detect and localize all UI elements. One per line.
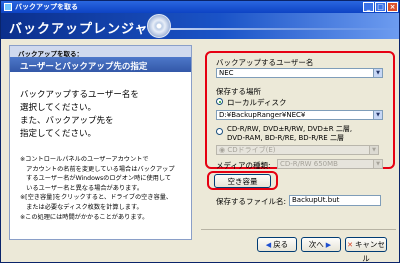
cancel-icon: ✕ [347,241,353,249]
back-label: 戻る [273,240,289,249]
cancel-button[interactable]: ✕ キャンセル [345,237,387,263]
backup-window: バックアップを取る _ □ × バックアップレンジャー バックアップを取る： ユ… [0,0,400,263]
filename-label: 保存するファイル名: [216,197,287,206]
title-bar: バックアップを取る _ □ × [1,1,399,13]
local-path-value: D:¥BackupRanger¥NEC¥ [219,111,306,119]
cd-drive-value: CDドライブ(E) [227,146,276,154]
cd-dvd-label-line: DVD-RAM, BD-R/RE, BD-R/RE 二層 [227,134,344,142]
instruction-line: また、バックアップ先を [20,116,114,126]
user-select[interactable]: NEC ▼ [216,68,383,78]
arrow-right-icon: ▶ [325,241,332,249]
app-icon [4,3,12,11]
instruction-line: 選択してください。 [20,103,96,113]
cd-dvd-label: CD-R/RW, DVD±R/RW, DVD±R 二層, DVD-RAM, BD… [227,125,352,143]
location-label: 保存する場所 [216,87,261,96]
app-banner-title: バックアップレンジャー [9,22,163,37]
chevron-down-icon: ▼ [373,111,382,119]
notes: ※コントロールパネルのユーザーアカウントで アカウントの名前を変更している場合は… [20,155,190,222]
chevron-down-icon: ▼ [369,146,378,154]
close-button[interactable]: × [387,2,398,12]
banner: バックアップレンジャー [1,13,399,39]
disc-icon [147,14,171,38]
local-path-select[interactable]: D:¥BackupRanger¥NEC¥ ▼ [216,110,383,120]
user-select-value: NEC [219,69,234,77]
media-type-label: メディアの種類: [216,161,271,170]
media-type-select[interactable]: CD-R/RW 650MB ▼ [277,159,383,169]
instruction-line: バックアップするユーザー名を [20,90,139,100]
note-line: または必要なディスク枚数を計算します。 [20,203,143,211]
local-disk-label: ローカルディスク [227,98,287,107]
arrow-left-icon: ◀ [265,241,272,249]
filename-input[interactable]: BackupUt.but [289,195,381,206]
footer-divider [201,229,396,230]
step-label: バックアップを取る： [10,46,191,58]
banner-streak [166,28,399,30]
note-line: するユーザー名がWindowsのログオン時に使用して [20,175,172,183]
local-disk-radio[interactable] [216,98,223,105]
back-button[interactable]: ◀ 戻る [257,237,297,252]
media-type-value: CD-R/RW 650MB [280,160,338,168]
note-line: アカウントの名前を変更している場合はバックアップ [20,165,175,173]
note-line: ※[空き容量]をクリックすると、ドライブの空き容量、 [20,194,173,202]
step-title: ユーザーとバックアップ先の指定 [10,57,191,72]
next-button[interactable]: 次へ ▶ [301,237,341,252]
cd-dvd-radio[interactable] [216,128,223,135]
chevron-down-icon: ▼ [373,69,382,77]
minimize-button[interactable]: _ [363,2,374,12]
next-label: 次へ [308,240,324,249]
maximize-button[interactable]: □ [375,2,386,12]
note-line: ※コントロールパネルのユーザーアカウントで [20,156,149,163]
window-title: バックアップを取る [15,3,78,11]
cancel-label: キャンセル [354,240,385,263]
instruction-line: 指定してください。 [20,129,96,139]
note-line: いるユーザー名と異なる場合があります。 [20,184,144,192]
note-line: ※この処理には時間がかかることがあります。 [20,213,149,221]
chevron-down-icon: ▼ [373,160,382,168]
cd-drive-select[interactable]: ◉ CDドライブ(E) ▼ [216,145,379,155]
instruction-panel: バックアップを取る： ユーザーとバックアップ先の指定 バックアップするユーザー名… [9,45,192,240]
free-space-button[interactable]: 空き容量 [214,174,271,188]
user-label: バックアップするユーザー名 [216,58,314,67]
cd-dvd-label-line: CD-R/RW, DVD±R/RW, DVD±R 二層, [227,125,353,133]
instruction-text: バックアップするユーザー名を 選択してください。 また、バックアップ先を 指定し… [20,89,185,141]
